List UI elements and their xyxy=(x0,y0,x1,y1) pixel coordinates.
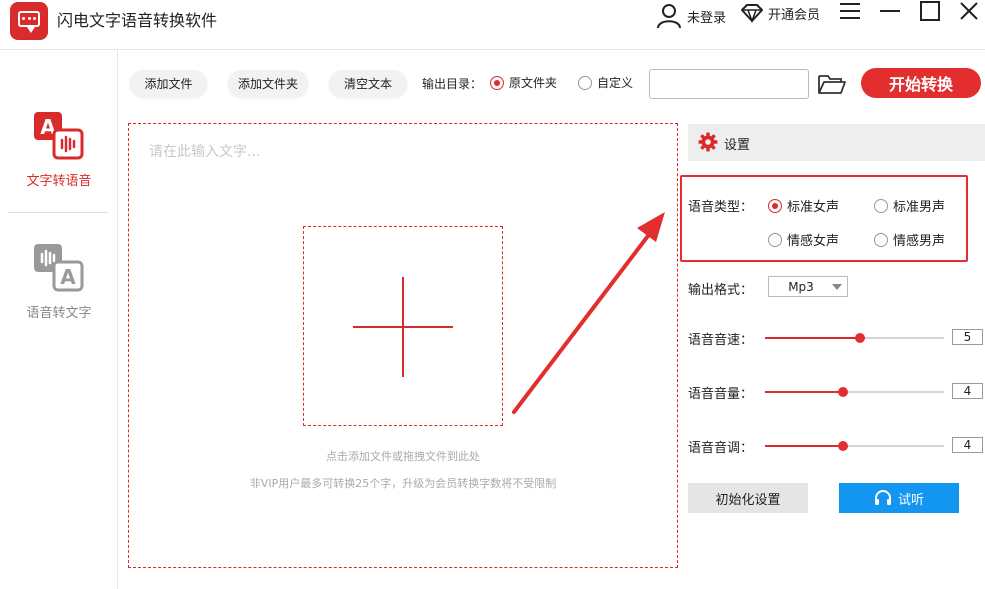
vip-link[interactable]: 开通会员 xyxy=(740,3,820,23)
voice-type-label: 语音类型： xyxy=(688,200,754,215)
minimize-icon[interactable] xyxy=(878,0,902,22)
sidebar: A 文字转语音 A 语音转文字 xyxy=(0,50,118,589)
output-format-label: 输出格式： xyxy=(688,283,754,298)
reset-settings-button[interactable]: 初始化设置 xyxy=(688,483,808,513)
radio-label: 原文件夹 xyxy=(509,76,558,90)
file-drop-zone[interactable] xyxy=(303,226,503,426)
speed-value[interactable]: 5 xyxy=(952,329,983,345)
pitch-label: 语音音调： xyxy=(688,441,754,456)
menu-icon[interactable] xyxy=(838,0,862,22)
radio-unchecked-icon xyxy=(874,198,888,213)
settings-header: 设置 xyxy=(688,124,985,161)
output-custom-radio[interactable]: 自定义 xyxy=(578,74,633,91)
app-logo-icon xyxy=(10,2,48,40)
add-folder-button[interactable]: 添加文件夹 xyxy=(228,70,308,97)
sidebar-item-label: 语音转文字 xyxy=(26,306,92,321)
radio-unchecked-icon xyxy=(874,232,888,247)
folder-open-icon[interactable] xyxy=(817,72,847,96)
add-file-button[interactable]: 添加文件 xyxy=(130,70,207,97)
settings-title: 设置 xyxy=(724,138,751,153)
radio-checked-icon xyxy=(768,198,782,213)
slider-knob[interactable] xyxy=(838,441,849,451)
pitch-slider[interactable] xyxy=(765,441,944,451)
sidebar-item-label: 文字转语音 xyxy=(26,174,92,189)
drop-hint: 点击添加文件或拖拽文件到此处 xyxy=(326,450,480,463)
sidebar-item-speech-to-text[interactable]: A 语音转文字 xyxy=(0,244,118,321)
sidebar-divider xyxy=(8,212,108,213)
start-convert-button[interactable]: 开始转换 xyxy=(861,68,981,98)
voice-standard-female-radio[interactable]: 标准女声 xyxy=(768,196,839,215)
text-placeholder: 请在此输入文字... xyxy=(149,144,261,160)
preview-listen-button[interactable]: 试听 xyxy=(839,483,959,513)
output-original-folder-radio[interactable]: 原文件夹 xyxy=(490,74,557,91)
slider-knob[interactable] xyxy=(854,333,865,343)
slider-knob[interactable] xyxy=(838,387,849,397)
maximize-icon[interactable] xyxy=(918,0,942,22)
radio-label: 情感女声 xyxy=(787,234,840,249)
title-bar: 闪电文字语音转换软件 未登录 开通会员 xyxy=(0,0,985,50)
user-icon xyxy=(657,4,681,29)
radio-checked-icon xyxy=(490,75,504,90)
speech-to-text-icon: A xyxy=(34,244,84,294)
voice-emotional-male-radio[interactable]: 情感男声 xyxy=(874,230,945,249)
login-label: 未登录 xyxy=(687,10,727,26)
listen-label: 试听 xyxy=(897,492,924,508)
pitch-value[interactable]: 4 xyxy=(952,437,983,453)
output-dir-label: 输出目录： xyxy=(422,77,483,91)
volume-label: 语音音量： xyxy=(688,387,754,402)
headphones-icon xyxy=(874,490,891,505)
limit-hint: 非VIP用户最多可转换25个字，升级为会员转换字数将不受限制 xyxy=(249,477,557,490)
output-path-input[interactable] xyxy=(649,69,809,99)
radio-label: 标准男声 xyxy=(893,200,946,215)
radio-label: 标准女声 xyxy=(787,200,840,215)
radio-unchecked-icon xyxy=(768,232,782,247)
close-icon[interactable] xyxy=(957,0,981,22)
plus-icon xyxy=(402,277,404,377)
text-input-area[interactable]: 请在此输入文字... 点击添加文件或拖拽文件到此处 非VIP用户最多可转换25个… xyxy=(128,123,678,568)
speed-label: 语音音速： xyxy=(688,333,754,348)
volume-slider[interactable] xyxy=(765,387,944,397)
diamond-icon xyxy=(741,4,763,23)
format-value: Mp3 xyxy=(788,279,814,294)
output-format-select[interactable]: Mp3 xyxy=(768,276,848,297)
login-link[interactable]: 未登录 xyxy=(655,3,726,29)
volume-value[interactable]: 4 xyxy=(952,383,983,399)
radio-unchecked-icon xyxy=(578,75,592,90)
radio-label: 情感男声 xyxy=(893,234,946,249)
speed-slider[interactable] xyxy=(765,333,944,343)
vip-label: 开通会员 xyxy=(768,7,821,23)
app-title: 闪电文字语音转换软件 xyxy=(57,11,218,30)
svg-text:A: A xyxy=(60,265,76,289)
voice-emotional-female-radio[interactable]: 情感女声 xyxy=(768,230,839,249)
gear-icon xyxy=(698,132,718,152)
radio-label: 自定义 xyxy=(597,76,634,90)
clear-text-button[interactable]: 清空文本 xyxy=(329,70,407,97)
text-to-speech-icon: A xyxy=(34,112,84,162)
sidebar-item-text-to-speech[interactable]: A 文字转语音 xyxy=(0,112,118,189)
voice-standard-male-radio[interactable]: 标准男声 xyxy=(874,196,945,215)
